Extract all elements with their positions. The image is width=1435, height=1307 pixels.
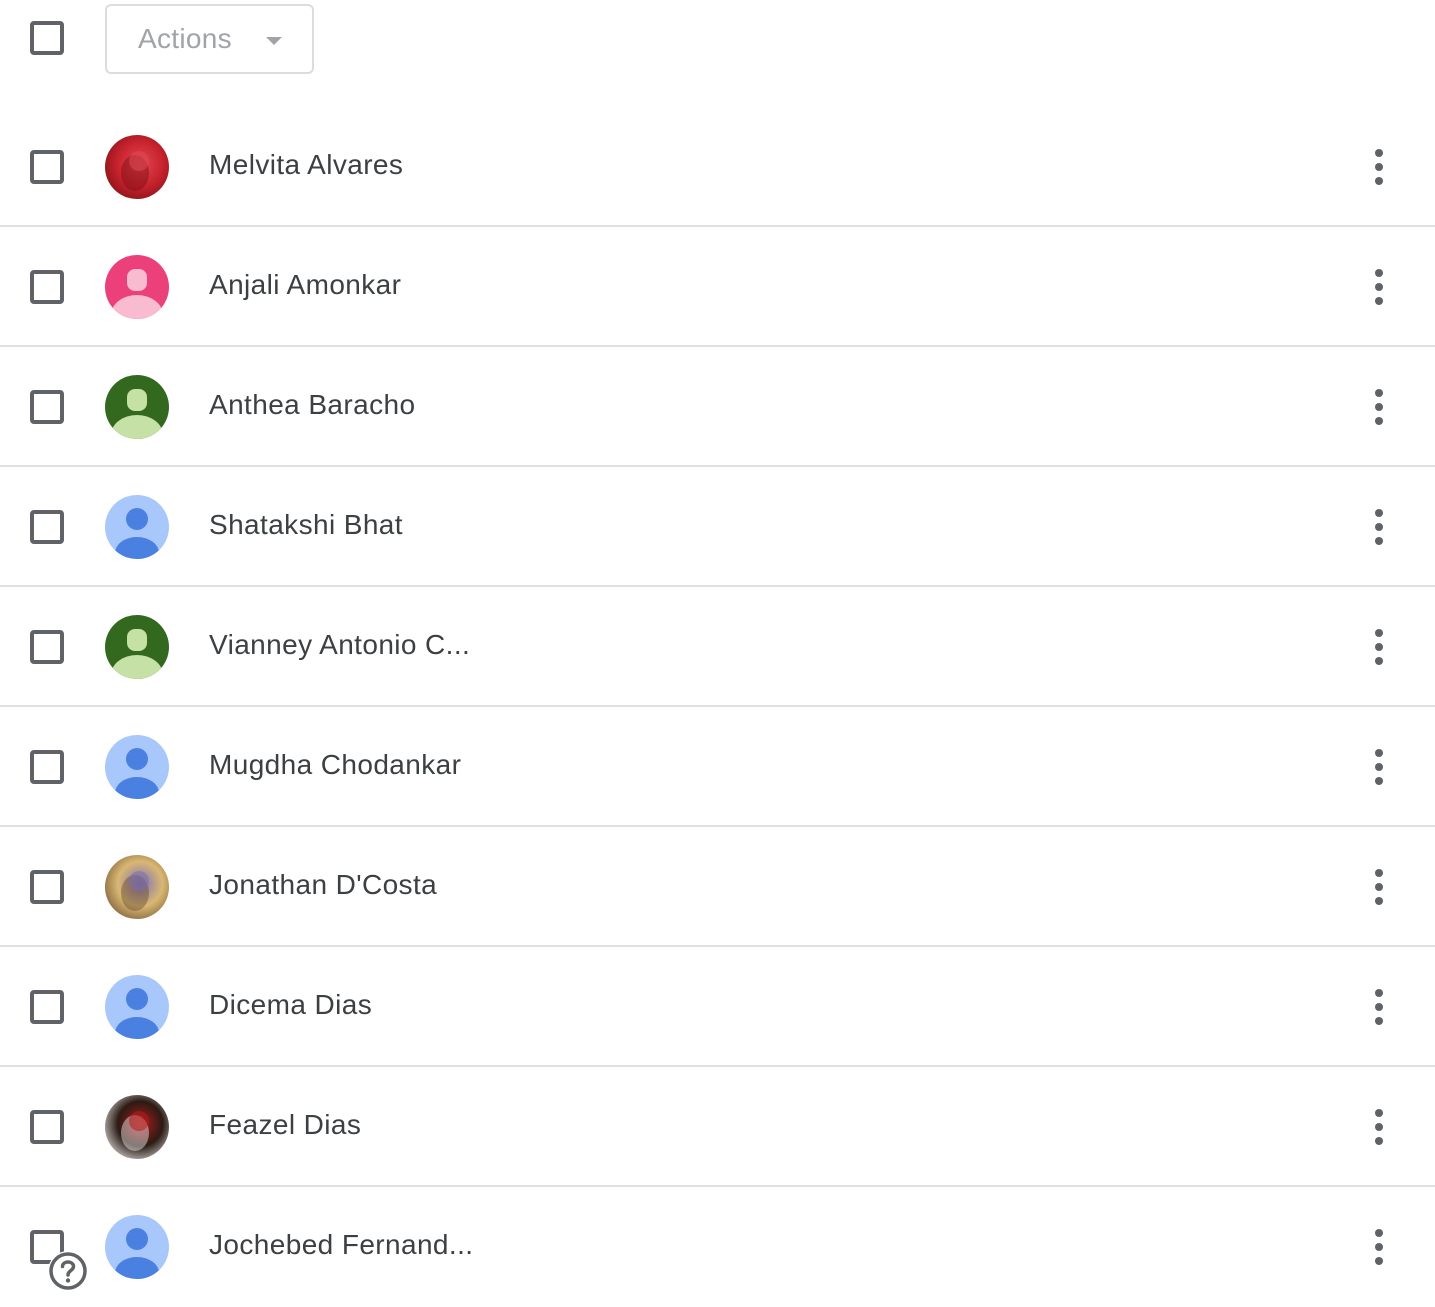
contact-avatar: [105, 1095, 169, 1159]
contact-select-checkbox[interactable]: [30, 990, 64, 1024]
more-vert-icon[interactable]: [1362, 865, 1396, 909]
contact-name: Shatakshi Bhat: [209, 509, 403, 540]
select-all-checkbox[interactable]: [30, 21, 64, 55]
contact-name: Mugdha Chodankar: [209, 749, 462, 780]
contact-name: Melvita Alvares: [209, 149, 404, 180]
contact-row[interactable]: Jonathan D'Costa: [0, 827, 1435, 947]
list-toolbar: Actions: [0, 0, 1435, 80]
contact-row[interactable]: Mugdha Chodankar: [0, 707, 1435, 827]
menu-dot: [1375, 1109, 1383, 1117]
menu-dot: [1375, 657, 1383, 665]
more-vert-icon[interactable]: [1362, 145, 1396, 189]
contact-avatar: [105, 375, 169, 439]
contact-row[interactable]: Feazel Dias: [0, 1067, 1435, 1187]
arrow-drop-down-icon: [266, 37, 282, 45]
more-vert-icon[interactable]: [1362, 625, 1396, 669]
more-vert-icon[interactable]: [1362, 265, 1396, 309]
more-vert-icon[interactable]: [1362, 385, 1396, 429]
menu-dot: [1375, 509, 1383, 517]
menu-dot: [1375, 1229, 1383, 1237]
contact-row[interactable]: Anjali Amonkar: [0, 227, 1435, 347]
menu-dot: [1375, 777, 1383, 785]
contact-select-checkbox[interactable]: [30, 510, 64, 544]
contact-name: Feazel Dias: [209, 1109, 362, 1140]
menu-dot: [1375, 629, 1383, 637]
contact-row[interactable]: Vianney Antonio C...: [0, 587, 1435, 707]
menu-dot: [1375, 149, 1383, 157]
contact-avatar: [105, 495, 169, 559]
menu-dot: [1375, 1243, 1383, 1251]
contact-name: Jochebed Fernand...: [209, 1229, 474, 1260]
menu-dot: [1375, 643, 1383, 651]
contact-name: Dicema Dias: [209, 989, 373, 1020]
contact-row[interactable]: Shatakshi Bhat: [0, 467, 1435, 587]
contact-select-checkbox[interactable]: [30, 1110, 64, 1144]
menu-dot: [1375, 1257, 1383, 1265]
contact-name: Jonathan D'Costa: [209, 869, 438, 900]
contact-avatar: [105, 855, 169, 919]
more-vert-icon[interactable]: [1362, 505, 1396, 549]
more-vert-icon[interactable]: [1362, 1225, 1396, 1269]
contact-row[interactable]: Jochebed Fernand...: [0, 1187, 1435, 1305]
contact-select-checkbox[interactable]: [30, 390, 64, 424]
menu-dot: [1375, 749, 1383, 757]
contact-select-checkbox[interactable]: [30, 630, 64, 664]
actions-dropdown-button[interactable]: Actions: [105, 4, 314, 74]
menu-dot: [1375, 283, 1383, 291]
actions-label: Actions: [138, 23, 232, 54]
more-vert-icon[interactable]: [1362, 745, 1396, 789]
menu-dot: [1375, 1003, 1383, 1011]
contact-name: Anthea Baracho: [209, 389, 416, 420]
contact-select-checkbox[interactable]: [30, 870, 64, 904]
contact-row[interactable]: Anthea Baracho: [0, 347, 1435, 467]
menu-dot: [1375, 163, 1383, 171]
more-vert-icon[interactable]: [1362, 1105, 1396, 1149]
contact-select-checkbox[interactable]: [30, 750, 64, 784]
contact-avatar: [105, 255, 169, 319]
menu-dot: [1375, 763, 1383, 771]
contact-avatar: [105, 615, 169, 679]
menu-dot: [1375, 177, 1383, 185]
contact-row[interactable]: Melvita Alvares: [0, 107, 1435, 227]
menu-dot: [1375, 989, 1383, 997]
contact-row[interactable]: Dicema Dias: [0, 947, 1435, 1067]
menu-dot: [1375, 869, 1383, 877]
contact-avatar: [105, 735, 169, 799]
menu-dot: [1375, 537, 1383, 545]
menu-dot: [1375, 1137, 1383, 1145]
menu-dot: [1375, 1017, 1383, 1025]
menu-dot: [1375, 417, 1383, 425]
menu-dot: [1375, 297, 1383, 305]
contact-name: Vianney Antonio C...: [209, 629, 471, 660]
contact-name: Anjali Amonkar: [209, 269, 402, 300]
menu-dot: [1375, 269, 1383, 277]
menu-dot: [1375, 1123, 1383, 1131]
menu-dot: [1375, 389, 1383, 397]
menu-dot: [1375, 883, 1383, 891]
contact-avatar: [105, 135, 169, 199]
contact-select-checkbox[interactable]: [30, 150, 64, 184]
menu-dot: [1375, 897, 1383, 905]
help-circle-icon[interactable]: [48, 1251, 88, 1291]
contact-avatar: [105, 975, 169, 1039]
contact-select-checkbox[interactable]: [30, 270, 64, 304]
contact-avatar: [105, 1215, 169, 1279]
menu-dot: [1375, 403, 1383, 411]
menu-dot: [1375, 523, 1383, 531]
contact-list: Melvita Alvares Anjali Amonkar Anthea Bara…: [0, 107, 1435, 1305]
more-vert-icon[interactable]: [1362, 985, 1396, 1029]
